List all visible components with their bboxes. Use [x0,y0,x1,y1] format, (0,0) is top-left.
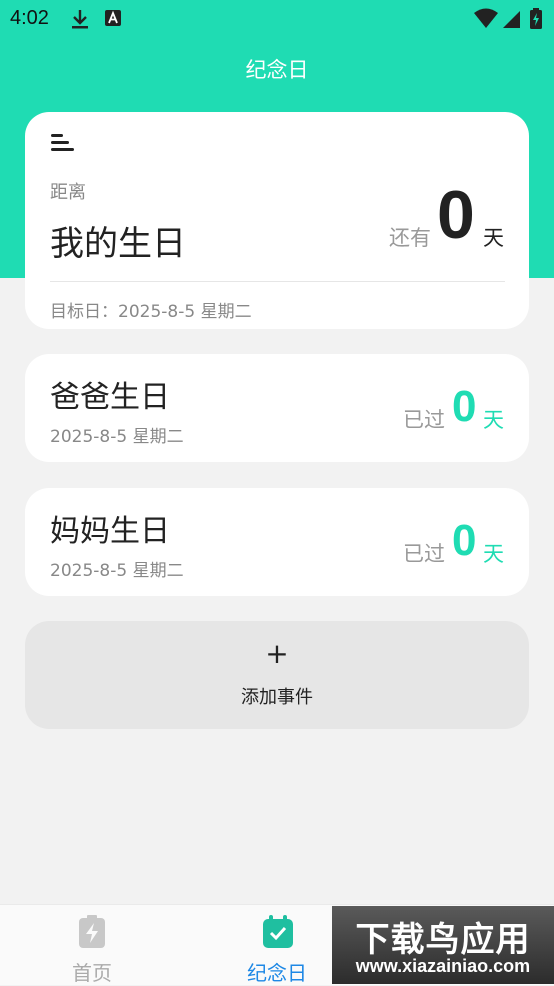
battery-icon [529,8,543,35]
event-days-unit: 天 [483,408,504,432]
event-passed-label: 已过 [403,408,445,432]
event-days-unit: 天 [483,542,504,566]
battery-bolt-icon [77,915,107,953]
featured-event-card[interactable]: 距离 我的生日 还有 0 天 目标日：2025-8-5 星期二 [25,112,529,329]
download-icon [70,8,90,35]
menu-icon[interactable] [51,132,75,156]
page-title: 纪念日 [245,58,309,82]
nav-item-home[interactable]: 首页 [0,905,184,985]
add-event-button[interactable]: + 添加事件 [25,621,529,729]
status-time: 4:02 [10,7,49,29]
event-date: 2025-8-5 星期二 [50,561,184,581]
event-card[interactable]: 妈妈生日 2025-8-5 星期二 已过 0 天 [25,488,529,596]
distance-label: 距离 [50,182,86,203]
event-name: 妈妈生日 [50,514,170,549]
watermark-url: www.xiazainiao.com [355,956,531,976]
featured-event-name: 我的生日 [50,224,186,264]
days-unit: 天 [483,226,504,250]
event-days-count: 0 [452,382,477,431]
add-event-label: 添加事件 [241,687,313,708]
a-icon [104,8,122,33]
nav-label-home: 首页 [72,961,112,985]
target-date: 目标日：2025-8-5 星期二 [50,302,252,322]
divider [50,281,505,282]
event-passed-label: 已过 [403,542,445,566]
event-date: 2025-8-5 星期二 [50,427,184,447]
status-bar: 4:02 [0,0,554,38]
wifi-icon [473,8,499,35]
plus-icon: + [265,637,289,670]
event-days-count: 0 [452,516,477,565]
event-card[interactable]: 爸爸生日 2025-8-5 星期二 已过 0 天 [25,354,529,462]
event-name: 爸爸生日 [50,380,170,415]
signal-icon [501,8,521,35]
watermark-title: 下载鸟应用 [355,920,531,960]
watermark-logo: 下载鸟应用 www.xiazainiao.com [332,906,554,984]
featured-days-count: 0 [437,177,475,253]
remaining-label: 还有 [389,226,431,250]
calendar-check-icon [262,915,294,953]
